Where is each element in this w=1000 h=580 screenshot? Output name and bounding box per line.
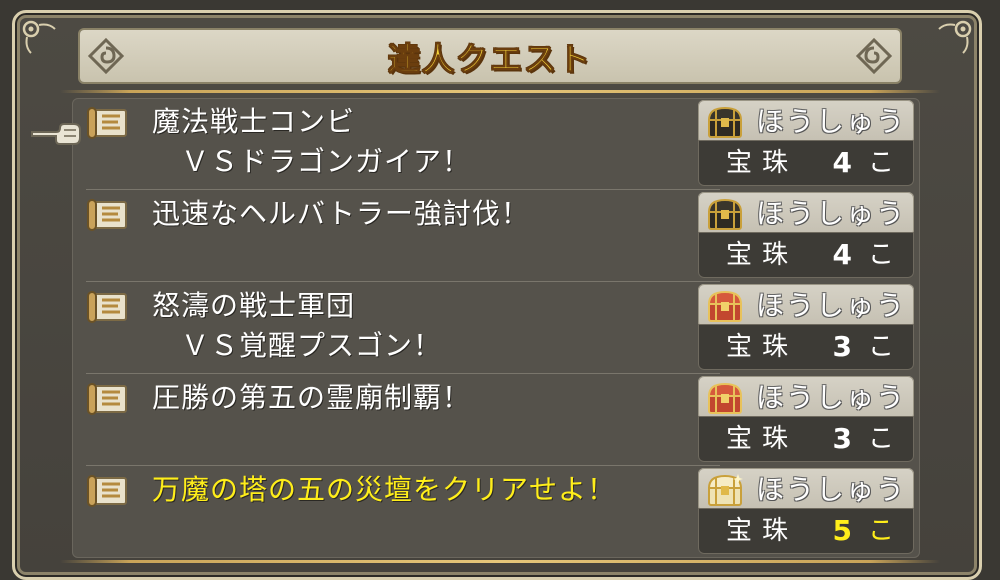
gold-chest-icon — [707, 474, 743, 506]
swirl-ornament-icon — [855, 37, 893, 75]
reward-value: 宝珠 4 こ — [698, 140, 914, 186]
quest-name: 圧勝の第五の霊廟制覇！ — [152, 381, 472, 414]
quest-name: 迅速なヘルバトラー強討伐！ — [152, 197, 530, 230]
pointer-hand-icon — [31, 123, 81, 145]
reward-quantity: 4 — [832, 146, 852, 179]
reward-unit: こ — [867, 516, 894, 546]
scroll-icon — [87, 291, 127, 323]
quest-list: 魔法戦士コンビ ＶＳドラゴンガイア！ ほうしゅう 宝珠 4 こ 迅速なヘルバトラ… — [72, 98, 920, 558]
reward-label: ほうしゅう — [756, 473, 907, 506]
quest-name: 万魔の塔の五の災壇をクリアせよ！ — [152, 473, 617, 506]
reward-item-name: 宝珠 — [726, 516, 799, 546]
reward-value: 宝珠 3 こ — [698, 416, 914, 462]
reward-value: 宝珠 4 こ — [698, 232, 914, 278]
reward-item-name: 宝珠 — [726, 424, 799, 454]
reward-quantity: 3 — [832, 422, 852, 455]
bottom-divider — [60, 560, 940, 563]
scroll-icon — [87, 199, 127, 231]
reward-quantity: 3 — [832, 330, 852, 363]
reward-box: ほうしゅう 宝珠 3 こ — [698, 376, 914, 462]
reward-header: ほうしゅう — [698, 284, 914, 328]
quest-row[interactable]: 万魔の塔の五の災壇をクリアせよ！ ほうしゅう 宝珠 5 こ — [72, 466, 920, 558]
reward-unit: こ — [867, 424, 894, 454]
reward-header: ほうしゅう — [698, 192, 914, 236]
quest-row[interactable]: 怒濤の戦士軍団 ＶＳ覚醒プスゴン！ ほうしゅう 宝珠 3 こ — [72, 282, 920, 374]
reward-label: ほうしゅう — [756, 105, 907, 138]
quest-name: 魔法戦士コンビ ＶＳドラゴンガイア！ — [152, 105, 472, 178]
reward-quantity: 5 — [832, 514, 852, 547]
reward-box: ほうしゅう 宝珠 4 こ — [698, 100, 914, 186]
quest-row[interactable]: 迅速なヘルバトラー強討伐！ ほうしゅう 宝珠 4 こ — [72, 190, 920, 282]
quest-row[interactable]: 魔法戦士コンビ ＶＳドラゴンガイア！ ほうしゅう 宝珠 4 こ — [72, 98, 920, 190]
reward-unit: こ — [867, 332, 894, 362]
reward-header: ほうしゅう — [698, 376, 914, 420]
reward-header: ほうしゅう — [698, 468, 914, 512]
corner-ornament-icon — [22, 20, 56, 54]
scroll-icon — [87, 107, 127, 139]
reward-label: ほうしゅう — [756, 289, 907, 322]
reward-item-name: 宝珠 — [726, 240, 799, 270]
dark-chest-icon — [707, 106, 743, 138]
reward-item-name: 宝珠 — [726, 148, 799, 178]
reward-label: ほうしゅう — [756, 381, 907, 414]
dark-chest-icon — [707, 198, 743, 230]
quest-name: 怒濤の戦士軍団 ＶＳ覚醒プスゴン！ — [152, 289, 443, 362]
scroll-icon — [87, 475, 127, 507]
reward-unit: こ — [867, 240, 894, 270]
reward-item-name: 宝珠 — [726, 332, 799, 362]
reward-quantity: 4 — [832, 238, 852, 271]
reward-box: ほうしゅう 宝珠 5 こ — [698, 468, 914, 554]
red-chest-icon — [707, 382, 743, 414]
reward-box: ほうしゅう 宝珠 4 こ — [698, 192, 914, 278]
reward-value: 宝珠 5 こ — [698, 508, 914, 554]
scroll-icon — [87, 383, 127, 415]
page-title: 達人クエスト — [387, 40, 592, 79]
reward-unit: こ — [867, 148, 894, 178]
corner-ornament-icon — [938, 20, 972, 54]
title-divider — [60, 90, 940, 93]
red-chest-icon — [707, 290, 743, 322]
reward-value: 宝珠 3 こ — [698, 324, 914, 370]
reward-box: ほうしゅう 宝珠 3 こ — [698, 284, 914, 370]
reward-header: ほうしゅう — [698, 100, 914, 144]
reward-label: ほうしゅう — [756, 197, 907, 230]
quest-row[interactable]: 圧勝の第五の霊廟制覇！ ほうしゅう 宝珠 3 こ — [72, 374, 920, 466]
title-bar: 達人クエスト — [80, 30, 900, 82]
